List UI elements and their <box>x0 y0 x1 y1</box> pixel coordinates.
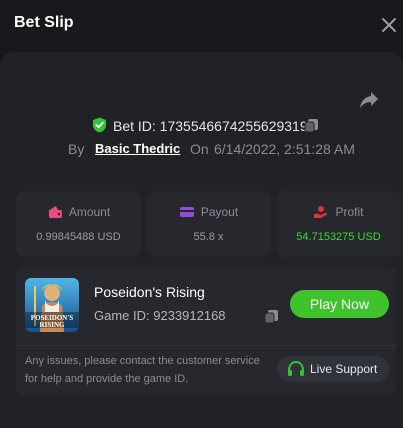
svg-text:RISING: RISING <box>40 321 65 329</box>
bet-date: 6/14/2022, 2:51:28 AM <box>214 141 355 157</box>
game-name: Poseidon's Rising <box>94 284 205 300</box>
by-label: By <box>68 141 85 157</box>
header: Bet Slip <box>0 0 403 50</box>
headset-icon <box>288 361 304 376</box>
user-link[interactable]: Basic Thedric <box>95 141 180 156</box>
wallet-icon <box>47 206 62 218</box>
game-id: Game ID: 9233912168 <box>94 308 226 323</box>
play-now-button[interactable]: Play Now <box>290 290 389 318</box>
live-support-label: Live Support <box>310 362 378 376</box>
profit-card: Profit 54.7153275 USD <box>276 191 401 257</box>
profit-icon <box>314 206 328 218</box>
payout-label: Payout <box>200 205 239 219</box>
bet-id: Bet ID: 1735546674255629319 <box>113 118 308 134</box>
card-icon <box>179 207 194 217</box>
verified-shield-icon <box>93 117 106 133</box>
amount-card: Amount 0.99845488 USD <box>16 191 141 257</box>
payout-card: Payout 55.8 x <box>146 191 271 257</box>
on-label: On <box>190 141 209 157</box>
game-thumbnail[interactable]: POSEIDON'S RISING <box>25 278 79 332</box>
amount-value: 0.99845488 USD <box>36 231 121 243</box>
copy-icon[interactable] <box>264 309 279 324</box>
profit-label: Profit <box>335 205 364 219</box>
amount-label: Amount <box>68 205 111 219</box>
payout-value: 55.8 x <box>193 231 224 243</box>
divider <box>16 345 396 346</box>
profit-value: 54.7153275 USD <box>296 231 381 243</box>
close-icon[interactable] <box>380 16 398 34</box>
copy-icon[interactable] <box>304 118 319 133</box>
share-icon[interactable] <box>358 88 380 110</box>
help-text: Any issues, please contact the customer … <box>25 355 260 385</box>
live-support-button[interactable]: Live Support <box>277 356 389 382</box>
page-title: Bet Slip <box>14 14 74 31</box>
